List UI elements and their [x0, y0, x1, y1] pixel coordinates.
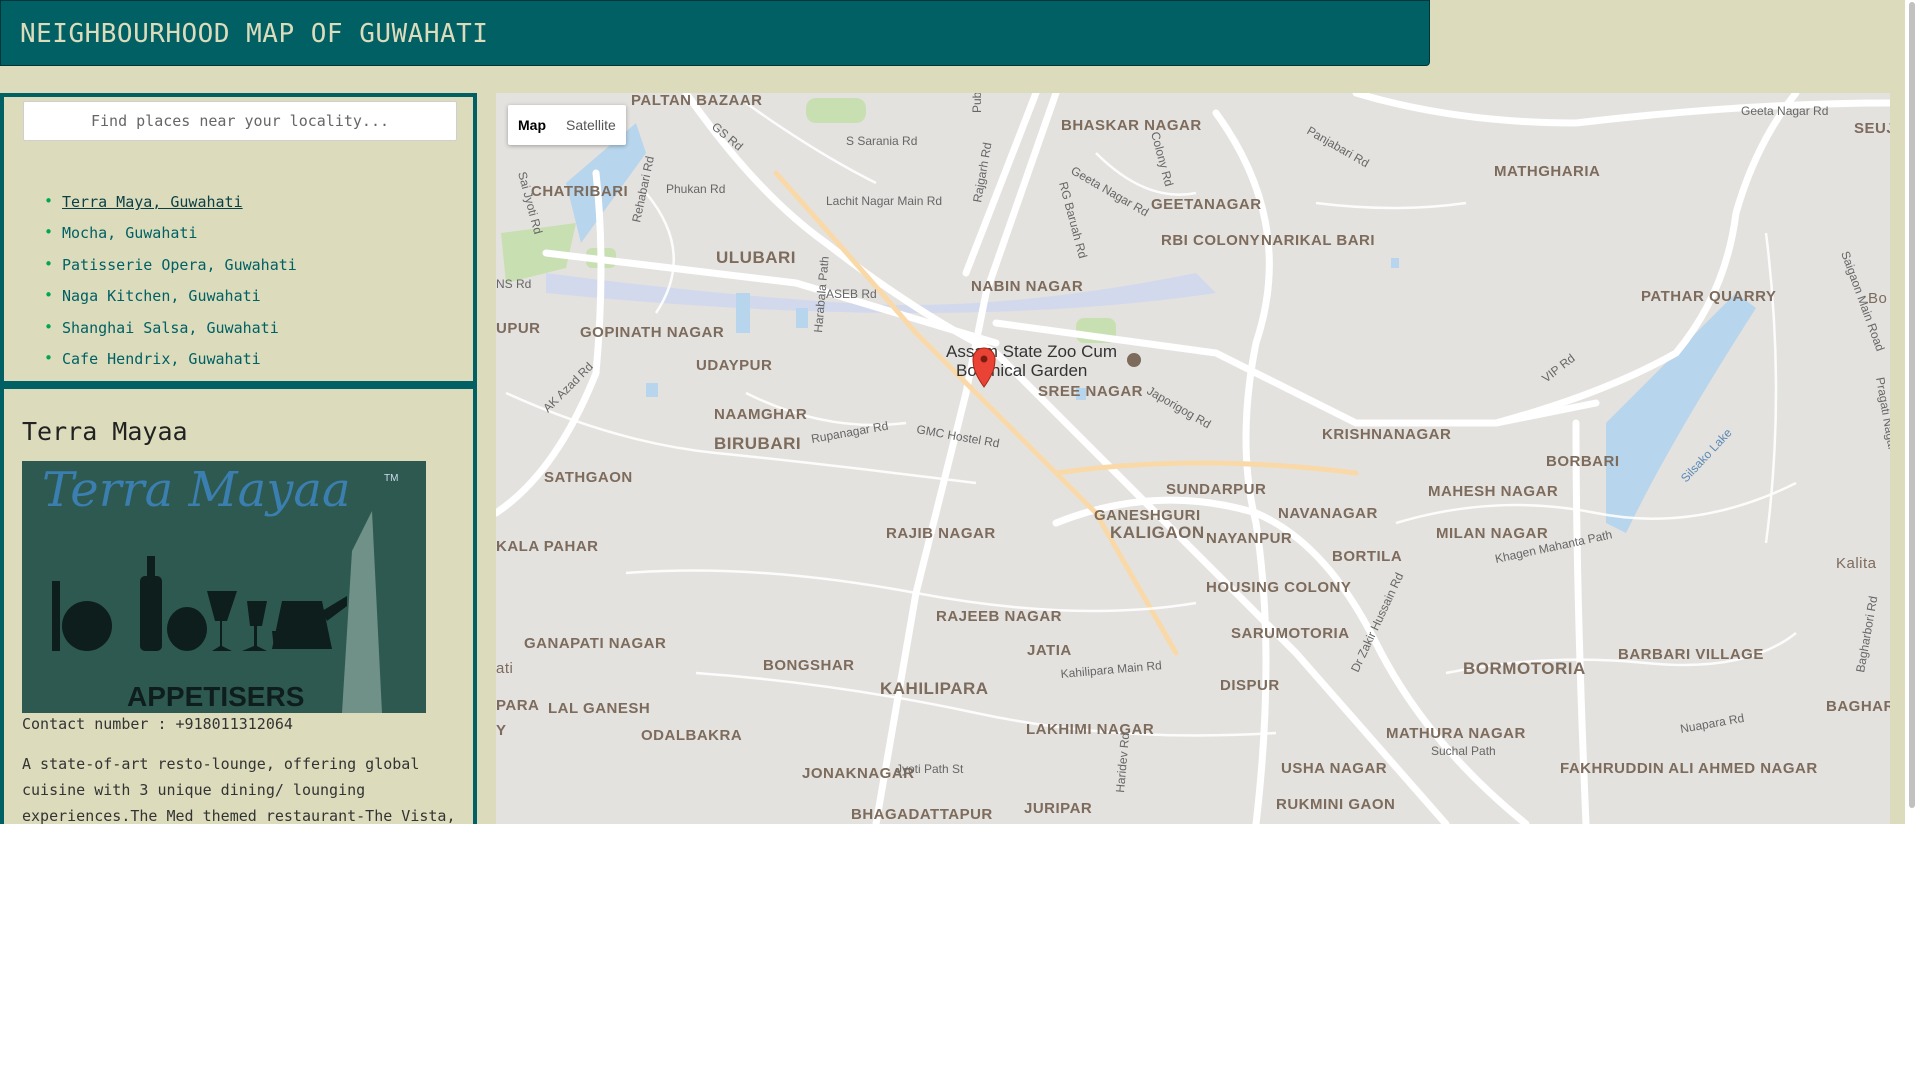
map-type-map-button[interactable]: Map [508, 105, 556, 145]
bullet-icon: • [44, 223, 54, 242]
place-link[interactable]: Naga Kitchen, Guwahati [62, 287, 261, 305]
trademark-text: TM [384, 473, 398, 484]
place-link[interactable]: Terra Maya, Guwahati [62, 193, 243, 211]
list-item[interactable]: • Terra Maya, Guwahati [44, 193, 297, 224]
places-panel: • Terra Maya, Guwahati • Mocha, Guwahati… [0, 93, 477, 385]
page-scrollbar[interactable] [1905, 0, 1920, 824]
contact-number: Contact number : +918011312064 [22, 715, 293, 733]
app-header: NEIGHBOURHOOD MAP OF GUWAHATI [0, 0, 1430, 66]
list-item[interactable]: • Cafe Hendrix, Guwahati [44, 349, 297, 381]
list-item[interactable]: • Patisserie Opera, Guwahati [44, 255, 297, 287]
bullet-icon: • [44, 254, 54, 273]
logo-text: Terra Mayaa [42, 462, 351, 518]
place-link[interactable]: Shanghai Salsa, Guwahati [62, 319, 279, 337]
map-type-control: Map Satellite [508, 105, 626, 145]
app-root: NEIGHBOURHOOD MAP OF GUWAHATI • Terra Ma… [0, 0, 1905, 824]
list-item[interactable]: • Shanghai Salsa, Guwahati [44, 318, 297, 350]
map-tiles[interactable] [496, 93, 1890, 824]
place-description: A state-of-art resto-lounge, offering gl… [22, 755, 456, 824]
appetisers-text: APPETISERS [127, 681, 304, 712]
places-list: • Terra Maya, Guwahati • Mocha, Guwahati… [44, 193, 297, 381]
scrollbar-thumb[interactable] [1909, 2, 1915, 808]
list-item[interactable]: • Mocha, Guwahati [44, 224, 297, 255]
search-input[interactable] [23, 101, 457, 141]
info-panel: Terra Mayaa Terra Mayaa TM APPETISERS Co… [0, 385, 477, 824]
list-item[interactable]: • Naga Kitchen, Guwahati [44, 287, 297, 318]
place-title: Terra Mayaa [22, 417, 188, 446]
bullet-icon: • [44, 348, 54, 367]
place-link[interactable]: Mocha, Guwahati [62, 224, 197, 242]
map-type-satellite-button[interactable]: Satellite [556, 105, 626, 145]
bullet-icon: • [44, 192, 54, 210]
place-link[interactable]: Cafe Hendrix, Guwahati [62, 350, 261, 368]
map-canvas[interactable]: Map Satellite PALTAN BAZAAR BHASKAR NAGA… [496, 93, 1890, 824]
place-link[interactable]: Patisserie Opera, Guwahati [62, 256, 297, 274]
bullet-icon: • [44, 286, 54, 305]
bullet-icon: • [44, 317, 54, 336]
place-photo: Terra Mayaa TM APPETISERS [22, 461, 426, 713]
page-title: NEIGHBOURHOOD MAP OF GUWAHATI [20, 19, 489, 49]
restaurant-card-image: Terra Mayaa TM APPETISERS [22, 461, 426, 713]
